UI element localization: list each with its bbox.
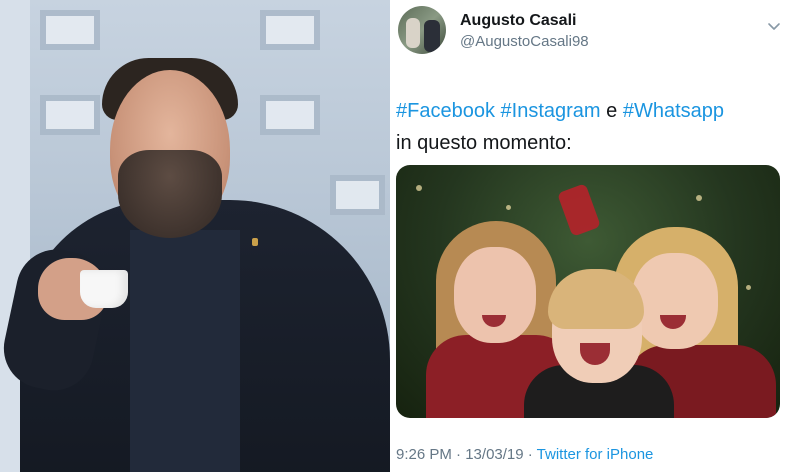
author-display-name[interactable]: Augusto Casali bbox=[460, 12, 576, 30]
background-window bbox=[330, 175, 385, 215]
person-beard bbox=[118, 150, 222, 238]
person-shirt bbox=[130, 230, 240, 472]
lapel-pin bbox=[252, 238, 258, 246]
ornament-bow bbox=[557, 183, 601, 237]
tweet-text: #Facebook #Instagram e #Whatsapp in ques… bbox=[396, 95, 796, 159]
tweet-card: Augusto Casali @AugustoCasali98 #Faceboo… bbox=[390, 0, 800, 472]
espresso-cup bbox=[80, 270, 128, 308]
left-photo bbox=[0, 0, 390, 472]
tweet-text-line-2: in questo momento: bbox=[396, 132, 572, 154]
tree-light bbox=[416, 185, 422, 191]
hashtag-link[interactable]: #Whatsapp bbox=[623, 100, 724, 122]
background-window bbox=[260, 10, 320, 50]
hashtag-link[interactable]: #Instagram bbox=[501, 100, 601, 122]
background-window bbox=[40, 10, 100, 50]
author-handle[interactable]: @AugustoCasali98 bbox=[460, 33, 589, 50]
child-left-face bbox=[454, 247, 536, 343]
avatar-figure bbox=[424, 20, 440, 52]
hashtag-link[interactable]: #Facebook bbox=[396, 100, 495, 122]
background-window bbox=[40, 95, 100, 135]
chevron-down-icon[interactable] bbox=[766, 18, 782, 34]
tree-light bbox=[506, 205, 511, 210]
tweet-source-link[interactable]: Twitter for iPhone bbox=[537, 446, 654, 463]
tweet-text-line-1: #Facebook #Instagram e #Whatsapp bbox=[396, 95, 796, 127]
tree-light bbox=[746, 285, 751, 290]
background-window bbox=[260, 95, 320, 135]
tweet-media-photo[interactable] bbox=[396, 165, 780, 418]
tree-light bbox=[696, 195, 702, 201]
footer-separator: · bbox=[451, 446, 466, 463]
tweet-text-connector: e bbox=[600, 100, 623, 122]
footer-separator: · bbox=[523, 446, 537, 463]
tweet-footer: 9:26 PM · 13/03/19 · Twitter for iPhone bbox=[396, 446, 653, 463]
avatar[interactable] bbox=[398, 6, 446, 54]
avatar-figure bbox=[406, 18, 420, 48]
tweet-date[interactable]: 13/03/19 bbox=[465, 446, 523, 463]
tweet-time[interactable]: 9:26 PM bbox=[396, 446, 452, 463]
child-right-face bbox=[632, 253, 718, 349]
